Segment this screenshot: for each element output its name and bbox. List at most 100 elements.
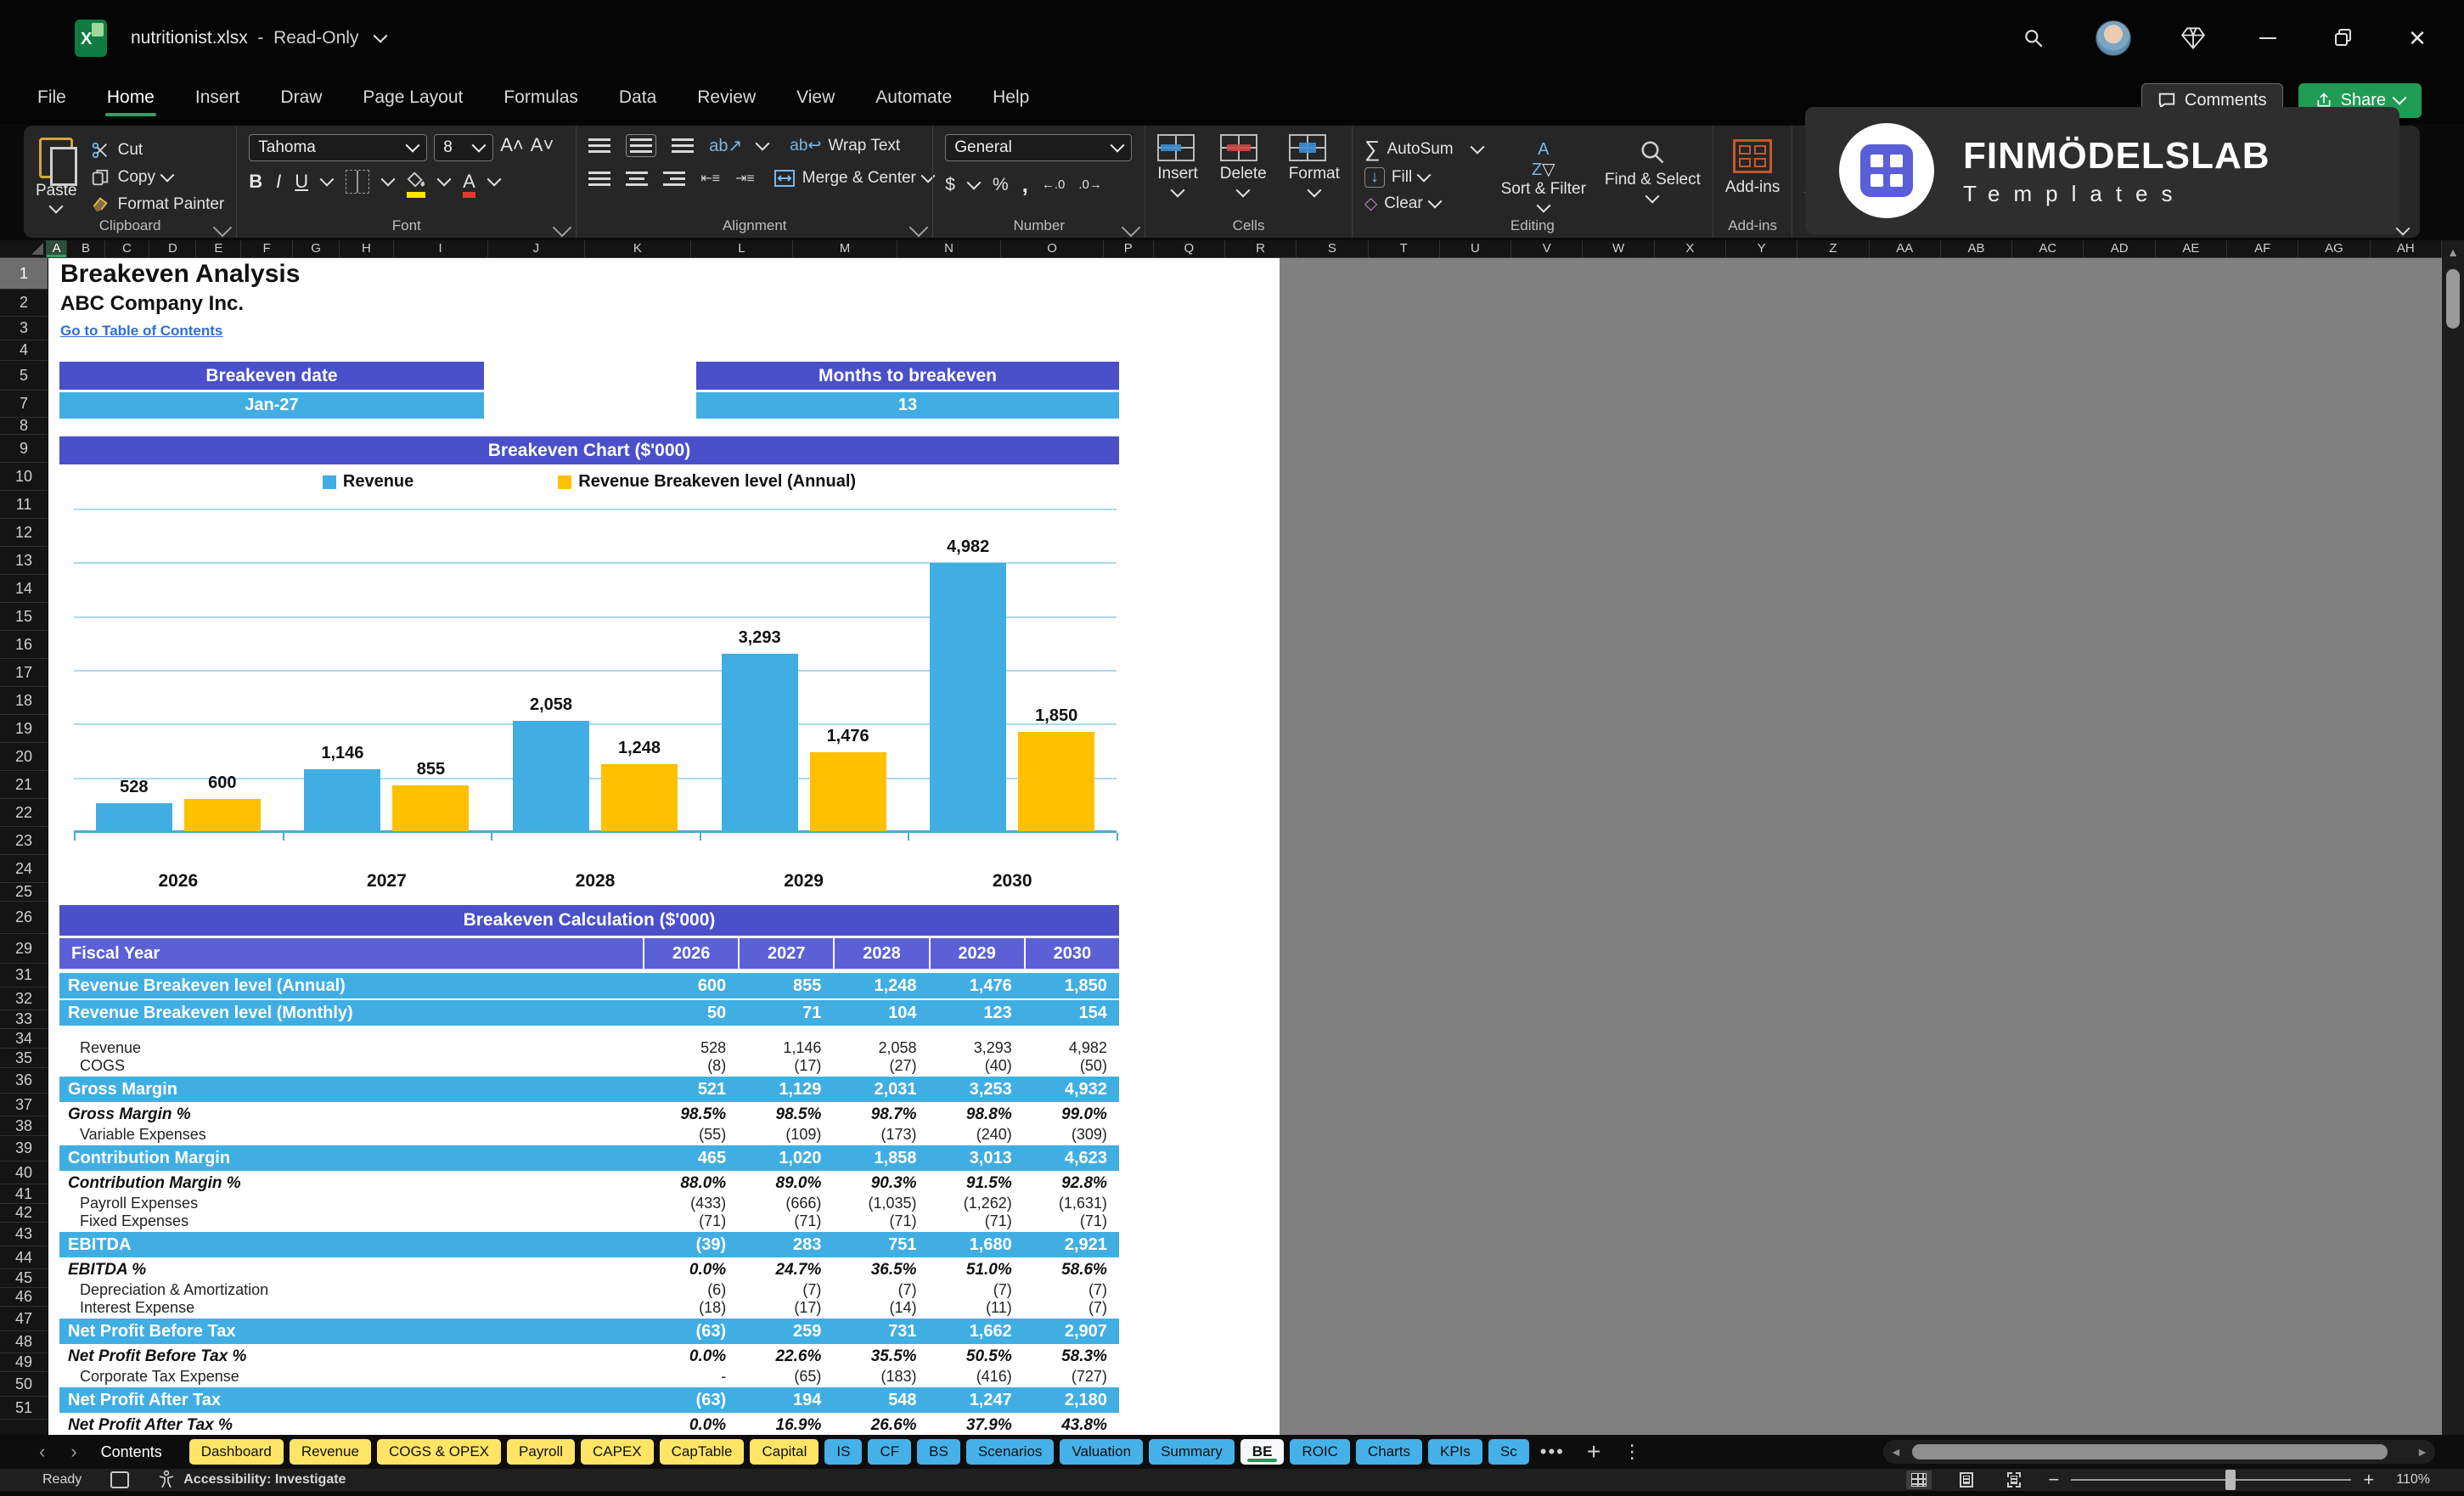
insert-cells-button[interactable]: Insert — [1157, 134, 1198, 216]
column-header-F[interactable]: F — [241, 240, 293, 257]
menu-tab-formulas[interactable]: Formulas — [502, 84, 580, 116]
vertical-scrollbar[interactable]: ▲ — [2442, 240, 2464, 1435]
menu-tab-insert[interactable]: Insert — [194, 84, 242, 116]
worksheet[interactable]: Breakeven Analysis ABC Company Inc. Go t… — [48, 258, 1280, 1435]
search-icon[interactable] — [2021, 25, 2046, 51]
row-header-19[interactable]: 19 — [0, 715, 48, 743]
sheet-tab-contents[interactable]: Contents — [89, 1439, 174, 1465]
row-header-50[interactable]: 50 — [0, 1372, 48, 1397]
sheet-tab-payroll[interactable]: Payroll — [507, 1439, 575, 1465]
sheet-tab-sc[interactable]: Sc — [1488, 1439, 1529, 1465]
table-of-contents-link[interactable]: Go to Table of Contents — [60, 323, 222, 340]
row-header-12[interactable]: 12 — [0, 519, 48, 547]
row-header-1[interactable]: 1 — [0, 258, 48, 290]
select-all-corner[interactable] — [0, 240, 47, 257]
chevron-down-icon[interactable] — [966, 175, 981, 189]
row-header-32[interactable]: 32 — [0, 987, 48, 1010]
menu-tab-review[interactable]: Review — [695, 84, 757, 116]
row-header-45[interactable]: 45 — [0, 1269, 48, 1288]
decrease-font-icon[interactable]: A˅ — [531, 134, 554, 161]
sort-filter-button[interactable]: AZ▽ Sort & Filter — [1501, 134, 1586, 216]
column-header-AH[interactable]: AH — [2371, 240, 2442, 257]
premium-diamond-icon[interactable] — [2180, 25, 2206, 51]
row-header-20[interactable]: 20 — [0, 743, 48, 771]
more-sheets-icon[interactable]: ••• — [1540, 1441, 1565, 1463]
comma-format-button[interactable]: , — [1022, 172, 1028, 198]
row-header-42[interactable]: 42 — [0, 1204, 48, 1223]
sheet-tab-is[interactable]: IS — [824, 1439, 862, 1465]
row-header-10[interactable]: 10 — [0, 463, 48, 491]
horizontal-scrollbar[interactable]: ◄ ► — [1883, 1440, 2435, 1464]
row-header-2[interactable]: 2 — [0, 290, 48, 317]
row-header-23[interactable]: 23 — [0, 827, 48, 855]
row-header-22[interactable]: 22 — [0, 799, 48, 827]
row-header-5[interactable]: 5 — [0, 361, 48, 391]
macro-record-icon[interactable] — [110, 1471, 129, 1488]
column-header-J[interactable]: J — [488, 240, 586, 257]
column-header-AD[interactable]: AD — [2084, 240, 2155, 257]
column-header-K[interactable]: K — [585, 240, 690, 257]
normal-view-button[interactable] — [1906, 1471, 1932, 1489]
row-header-36[interactable]: 36 — [0, 1068, 48, 1094]
column-header-W[interactable]: W — [1583, 240, 1654, 257]
sheet-tab-cogs-opex[interactable]: COGS & OPEX — [377, 1439, 501, 1465]
zoom-slider[interactable]: − + — [2049, 1469, 2375, 1491]
column-header-P[interactable]: P — [1104, 240, 1154, 257]
row-header-37[interactable]: 37 — [0, 1094, 48, 1116]
zoom-out-icon[interactable]: − — [2049, 1469, 2060, 1491]
menu-tab-page-layout[interactable]: Page Layout — [361, 84, 464, 116]
sheet-tab-cf[interactable]: CF — [868, 1439, 911, 1465]
addins-button[interactable]: Add-ins — [1725, 134, 1780, 216]
row-header-48[interactable]: 48 — [0, 1331, 48, 1353]
row-header-24[interactable]: 24 — [0, 855, 48, 883]
column-header-H[interactable]: H — [340, 240, 394, 257]
row-header-44[interactable]: 44 — [0, 1246, 48, 1269]
format-painter-button[interactable]: Format Painter — [89, 194, 225, 216]
chevron-down-icon[interactable] — [437, 172, 452, 187]
row-header-4[interactable]: 4 — [0, 340, 48, 361]
row-header-29[interactable]: 29 — [0, 934, 48, 964]
decrease-indent-icon[interactable]: ⇤≡ — [700, 170, 720, 187]
number-format-select[interactable]: General — [945, 134, 1132, 161]
copy-button[interactable]: Copy — [89, 166, 225, 188]
align-center-icon[interactable] — [626, 172, 648, 186]
row-header-18[interactable]: 18 — [0, 687, 48, 715]
chevron-down-icon[interactable] — [756, 136, 770, 150]
autosum-button[interactable]: ∑ AutoSum — [1364, 136, 1482, 162]
align-bottom-icon[interactable] — [672, 138, 694, 153]
align-top-icon[interactable] — [588, 138, 610, 153]
user-avatar[interactable] — [2096, 20, 2131, 56]
currency-format-button[interactable]: $ — [945, 175, 955, 195]
fill-button[interactable]: ↓ Fill — [1364, 167, 1482, 188]
format-cells-button[interactable]: Format — [1289, 134, 1340, 216]
restore-button[interactable] — [2330, 25, 2355, 51]
row-header-13[interactable]: 13 — [0, 547, 48, 575]
tabs-scroll-right-icon[interactable]: › — [70, 1441, 76, 1463]
column-header-D[interactable]: D — [149, 240, 196, 257]
sheet-tab-be[interactable]: BE — [1240, 1439, 1285, 1465]
column-header-O[interactable]: O — [1001, 240, 1104, 257]
new-sheet-button[interactable]: + — [1587, 1438, 1600, 1465]
column-header-U[interactable]: U — [1440, 240, 1511, 257]
increase-font-icon[interactable]: A˄ — [500, 134, 524, 161]
column-header-G[interactable]: G — [293, 240, 340, 257]
column-header-T[interactable]: T — [1369, 240, 1440, 257]
borders-icon[interactable] — [346, 170, 369, 194]
scroll-up-icon[interactable]: ▲ — [2442, 240, 2464, 259]
row-header-3[interactable]: 3 — [0, 317, 48, 340]
column-header-C[interactable]: C — [105, 240, 150, 257]
clear-button[interactable]: ◇ Clear — [1364, 193, 1482, 214]
row-header-8[interactable]: 8 — [0, 418, 48, 435]
row-header-43[interactable]: 43 — [0, 1223, 48, 1246]
sheet-tab-scenarios[interactable]: Scenarios — [966, 1439, 1055, 1465]
close-button[interactable]: ✕ — [2405, 25, 2430, 51]
sheet-tab-dashboard[interactable]: Dashboard — [189, 1439, 284, 1465]
sheet-tab-summary[interactable]: Summary — [1149, 1439, 1235, 1465]
row-header-11[interactable]: 11 — [0, 491, 48, 519]
row-header-31[interactable]: 31 — [0, 964, 48, 987]
column-header-AG[interactable]: AG — [2298, 240, 2370, 257]
row-header-25[interactable]: 25 — [0, 883, 48, 902]
row-header-34[interactable]: 34 — [0, 1029, 48, 1049]
column-header-AB[interactable]: AB — [1941, 240, 2012, 257]
chevron-down-icon[interactable] — [381, 172, 396, 187]
